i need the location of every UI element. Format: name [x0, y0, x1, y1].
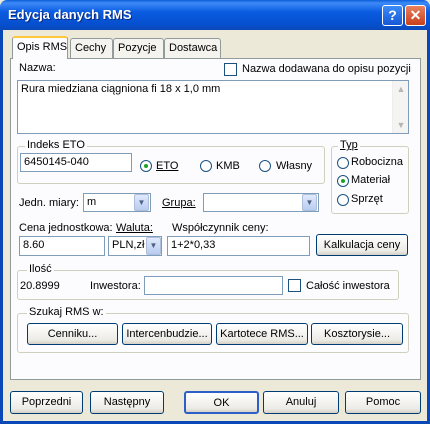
- radio-robocizna[interactable]: [337, 157, 349, 169]
- radio-eto-label: ETO: [156, 160, 179, 172]
- window-frame-left: [0, 30, 3, 424]
- radio-material-label: Materiał: [351, 174, 391, 186]
- tab-dostawca[interactable]: Dostawca: [164, 38, 221, 58]
- radio-wlasny[interactable]: [259, 160, 271, 172]
- radio-robocizna-label: Robocizna: [351, 156, 403, 168]
- nazwa-dodawana-checkbox[interactable]: [224, 63, 237, 76]
- waluta-label: Waluta:: [116, 222, 153, 234]
- calosc-inwestora-checkbox[interactable]: [288, 279, 301, 292]
- szukaj-intercenbudzie-button[interactable]: Intercenbudzie...: [122, 323, 212, 345]
- radio-material[interactable]: [337, 175, 349, 187]
- nazwa-scrollbar[interactable]: ▲ ▼: [392, 81, 408, 133]
- ilosc-value: 20.8999: [20, 280, 60, 292]
- tab-cechy[interactable]: Cechy: [70, 38, 113, 58]
- waluta-chevron-down-icon[interactable]: ▼: [146, 237, 161, 255]
- close-button[interactable]: ✕: [405, 5, 426, 26]
- radio-sprzet-label: Sprzęt: [351, 193, 383, 205]
- tab-pozycje[interactable]: Pozycje: [113, 38, 164, 58]
- inwestora-input[interactable]: [144, 276, 283, 295]
- grupa-label: Grupa:: [162, 197, 196, 209]
- inwestora-label: Inwestora:: [90, 280, 141, 292]
- radio-kmb[interactable]: [200, 160, 212, 172]
- jednostka-chevron-down-icon[interactable]: ▼: [134, 194, 149, 211]
- szukaj-kartotece-rms-button[interactable]: Kartotece RMS...: [216, 323, 308, 345]
- nazwa-dodawana-label: Nazwa dodawana do opisu pozycji: [242, 63, 411, 75]
- ok-button[interactable]: OK: [184, 391, 259, 414]
- wspolczynnik-input[interactable]: 1+2*0,33: [167, 236, 310, 256]
- tab-opis-rms[interactable]: Opis RMS: [12, 36, 68, 59]
- help-button[interactable]: ?: [382, 5, 403, 26]
- szukaj-cenniku-button[interactable]: Cenniku...: [27, 323, 118, 345]
- grupa-chevron-down-icon[interactable]: ▼: [302, 194, 317, 211]
- indeks-input[interactable]: 6450145-040: [20, 153, 132, 172]
- szukaj-legend: Szukaj RMS w:: [27, 306, 106, 318]
- pomoc-button[interactable]: Pomoc: [345, 391, 421, 414]
- jednostka-label: Jedn. miary:: [19, 197, 79, 209]
- nastepny-button[interactable]: Następny: [90, 391, 164, 414]
- window-title: Edycja danych RMS: [8, 7, 132, 22]
- radio-sprzet[interactable]: [337, 194, 349, 206]
- nazwa-textarea[interactable]: Rura miedziana ciągniona fi 18 x 1,0 mm: [17, 80, 409, 134]
- scroll-up-icon[interactable]: ▲: [393, 81, 409, 97]
- kalkulacja-ceny-button[interactable]: Kalkulacja ceny: [316, 234, 408, 256]
- radio-kmb-label: KMB: [216, 160, 240, 172]
- scroll-down-icon[interactable]: ▼: [393, 117, 409, 133]
- radio-eto[interactable]: [140, 160, 152, 172]
- indeks-legend: Indeks ETO: [25, 139, 87, 151]
- ilosc-legend: Ilość: [27, 263, 54, 275]
- wspolczynnik-label: Współczynnik ceny:: [172, 222, 269, 234]
- cena-label: Cena jednostkowa:: [19, 222, 113, 234]
- calosc-inwestora-label: Całość inwestora: [306, 280, 390, 292]
- anuluj-button[interactable]: Anuluj: [263, 391, 339, 414]
- nazwa-label: Nazwa:: [19, 62, 56, 74]
- poprzedni-button[interactable]: Poprzedni: [10, 391, 83, 414]
- cena-input[interactable]: 8.60: [19, 236, 105, 256]
- typ-legend: Typ: [338, 139, 360, 151]
- szukaj-kosztorysie-button[interactable]: Kosztorysie...: [311, 323, 403, 345]
- radio-wlasny-label: Własny: [276, 160, 313, 172]
